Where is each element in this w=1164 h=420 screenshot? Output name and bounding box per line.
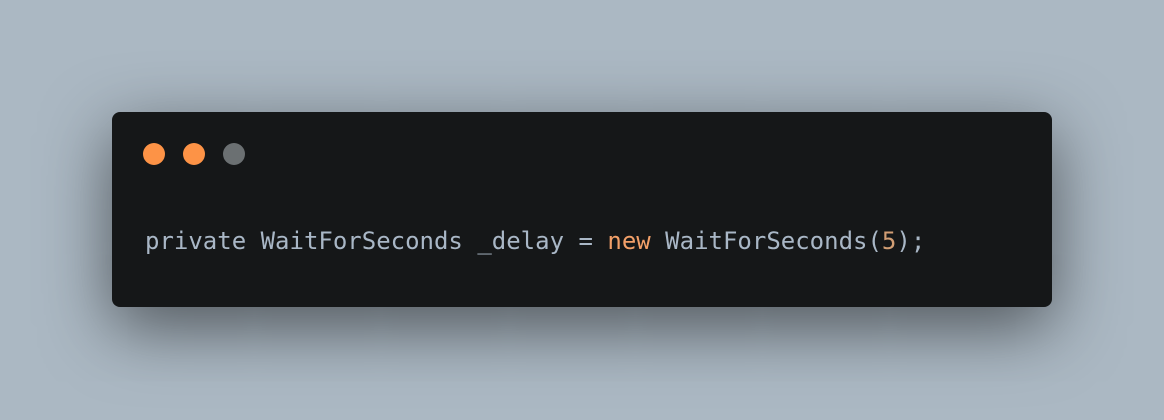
code-line: private WaitForSeconds _delay = new Wait… [145,223,925,259]
code-token-declaration: private WaitForSeconds _delay = [145,227,608,255]
close-dot[interactable] [143,143,165,165]
code-token-keyword-new: new [607,227,651,255]
minimize-dot[interactable] [183,143,205,165]
code-token-constructor: WaitForSeconds( [650,227,882,255]
code-window: private WaitForSeconds _delay = new Wait… [112,112,1052,307]
page-background: private WaitForSeconds _delay = new Wait… [0,0,1164,420]
code-token-terminator: ); [896,227,926,255]
window-controls [143,143,263,165]
maximize-dot[interactable] [223,143,245,165]
code-token-number: 5 [881,227,897,255]
